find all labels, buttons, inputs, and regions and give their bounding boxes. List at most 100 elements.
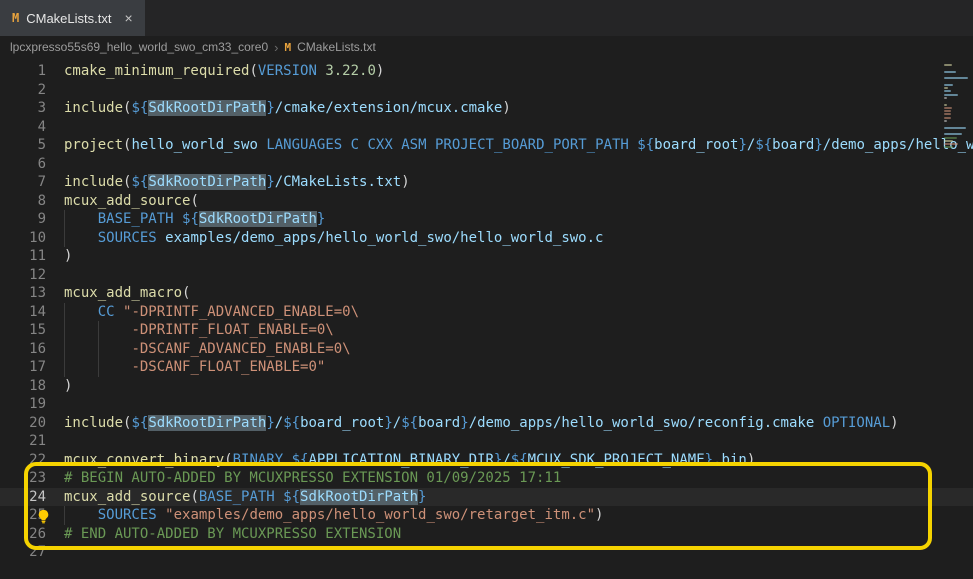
code-line[interactable]: 9 BASE_PATH ${SdkRootDirPath}	[0, 210, 973, 229]
code-line[interactable]: 15 -DPRINTF_FLOAT_ENABLE=0\	[0, 321, 973, 340]
breadcrumb-folder[interactable]: lpcxpresso55s69_hello_world_swo_cm33_cor…	[10, 40, 268, 54]
line-number: 24	[0, 488, 46, 507]
code-text: cmake_minimum_required(VERSION 3.22.0)	[46, 62, 973, 81]
code-line[interactable]: 21	[0, 432, 973, 451]
line-number: 9	[0, 210, 46, 229]
code-line[interactable]: 20include(${SdkRootDirPath}/${board_root…	[0, 414, 973, 433]
tab-bar: M CMakeLists.txt ×	[0, 0, 973, 36]
tab-cmakelists[interactable]: M CMakeLists.txt ×	[0, 0, 146, 36]
code-text	[46, 118, 973, 137]
line-number: 3	[0, 99, 46, 118]
minimap-line	[944, 110, 951, 112]
minimap-line	[944, 137, 957, 139]
code-line[interactable]: 22mcux_convert_binary(BINARY ${APPLICATI…	[0, 451, 973, 470]
code-text	[46, 432, 973, 451]
breadcrumb-file[interactable]: CMakeLists.txt	[297, 40, 376, 54]
code-line[interactable]: 26# END AUTO-ADDED BY MCUXPRESSO EXTENSI…	[0, 525, 973, 544]
line-number: 4	[0, 118, 46, 137]
minimap-line	[944, 146, 953, 148]
code-text	[46, 81, 973, 100]
code-line[interactable]: 17 -DSCANF_FLOAT_ENABLE=0"	[0, 358, 973, 377]
code-text: )	[46, 377, 973, 396]
code-line[interactable]: 7include(${SdkRootDirPath}/CMakeLists.tx…	[0, 173, 973, 192]
code-line[interactable]: 2	[0, 81, 973, 100]
line-number: 13	[0, 284, 46, 303]
code-line[interactable]: 27	[0, 543, 973, 562]
minimap-line	[944, 100, 970, 102]
code-text	[46, 155, 973, 174]
line-number: 1	[0, 62, 46, 81]
line-number: 7	[0, 173, 46, 192]
code-line[interactable]: 18)	[0, 377, 973, 396]
minimap-line	[944, 127, 966, 129]
line-number: 2	[0, 81, 46, 100]
code-text: BASE_PATH ${SdkRootDirPath}	[46, 210, 973, 229]
minimap-line	[944, 74, 970, 76]
minimap-line	[944, 104, 947, 106]
code-editor[interactable]: 1cmake_minimum_required(VERSION 3.22.0)2…	[0, 58, 973, 579]
code-line[interactable]: 12	[0, 266, 973, 285]
minimap-line	[944, 80, 970, 82]
line-number: 10	[0, 229, 46, 248]
code-line[interactable]: 13mcux_add_macro(	[0, 284, 973, 303]
minimap-line	[944, 107, 952, 109]
code-line[interactable]: 11)	[0, 247, 973, 266]
minimap[interactable]	[944, 64, 970, 153]
line-number: 15	[0, 321, 46, 340]
code-line[interactable]: 23# BEGIN AUTO-ADDED BY MCUXPRESSO EXTEN…	[0, 469, 973, 488]
code-line[interactable]: 24mcux_add_source(BASE_PATH ${SdkRootDir…	[0, 488, 973, 507]
close-tab-icon[interactable]: ×	[124, 11, 132, 25]
line-number: 26	[0, 525, 46, 544]
line-number: 5	[0, 136, 46, 155]
minimap-line	[944, 71, 956, 73]
line-number: 18	[0, 377, 46, 396]
code-text	[46, 266, 973, 285]
code-line[interactable]: 16 -DSCANF_ADVANCED_ENABLE=0\	[0, 340, 973, 359]
minimap-line	[944, 97, 947, 99]
minimap-line	[944, 90, 951, 92]
code-line[interactable]: 10 SOURCES examples/demo_apps/hello_worl…	[0, 229, 973, 248]
code-line[interactable]: 6	[0, 155, 973, 174]
chevron-right-icon: ›	[274, 40, 278, 55]
code-text: )	[46, 247, 973, 266]
minimap-line	[944, 67, 970, 69]
tab-label: CMakeLists.txt	[26, 11, 111, 26]
code-line[interactable]: 25 SOURCES "examples/demo_apps/hello_wor…	[0, 506, 973, 525]
code-line[interactable]: 19	[0, 395, 973, 414]
code-text: -DPRINTF_FLOAT_ENABLE=0\	[46, 321, 973, 340]
minimap-line	[944, 117, 951, 119]
cmake-file-icon: M	[285, 41, 292, 54]
code-text: mcux_convert_binary(BINARY ${APPLICATION…	[46, 451, 973, 470]
line-number: 14	[0, 303, 46, 322]
minimap-line	[944, 84, 953, 86]
line-number: 23	[0, 469, 46, 488]
code-text: SOURCES examples/demo_apps/hello_world_s…	[46, 229, 973, 248]
code-text: include(${SdkRootDirPath}/CMakeLists.txt…	[46, 173, 973, 192]
code-line[interactable]: 5project(hello_world_swo LANGUAGES C CXX…	[0, 136, 973, 155]
line-number: 16	[0, 340, 46, 359]
minimap-line	[944, 94, 958, 96]
minimap-line	[944, 123, 970, 125]
minimap-line	[944, 77, 968, 79]
code-text: project(hello_world_swo LANGUAGES C CXX …	[46, 136, 973, 155]
minimap-line	[944, 143, 958, 145]
code-line[interactable]: 8mcux_add_source(	[0, 192, 973, 211]
code-text	[46, 395, 973, 414]
code-line[interactable]: 3include(${SdkRootDirPath}/cmake/extensi…	[0, 99, 973, 118]
lightbulb-icon[interactable]	[34, 507, 52, 525]
line-number: 22	[0, 451, 46, 470]
minimap-line	[944, 130, 970, 132]
minimap-line	[944, 113, 951, 115]
code-text: include(${SdkRootDirPath}/${board_root}/…	[46, 414, 973, 433]
line-number: 6	[0, 155, 46, 174]
minimap-line	[944, 150, 970, 152]
code-line[interactable]: 1cmake_minimum_required(VERSION 3.22.0)	[0, 62, 973, 81]
code-line[interactable]: 14 CC "-DPRINTF_ADVANCED_ENABLE=0\	[0, 303, 973, 322]
line-number: 21	[0, 432, 46, 451]
code-text: -DSCANF_FLOAT_ENABLE=0"	[46, 358, 973, 377]
line-number: 20	[0, 414, 46, 433]
minimap-line	[944, 120, 947, 122]
code-line[interactable]: 4	[0, 118, 973, 137]
code-text: include(${SdkRootDirPath}/cmake/extensio…	[46, 99, 973, 118]
code-text: mcux_add_source(BASE_PATH ${SdkRootDirPa…	[46, 488, 973, 507]
